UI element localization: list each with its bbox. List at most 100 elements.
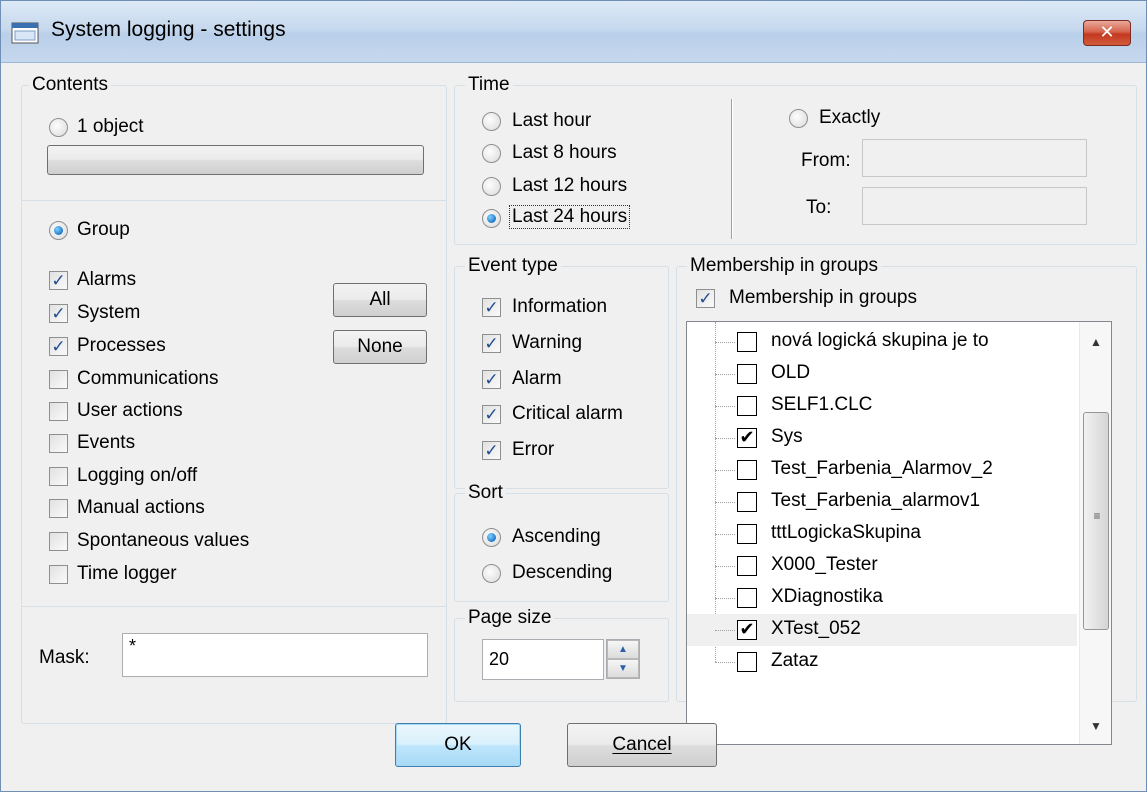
close-button[interactable]: ✕	[1083, 20, 1131, 46]
last-8-hours-radio[interactable]	[482, 144, 501, 163]
tree-item[interactable]: XTest_052	[687, 614, 1077, 646]
tree-item-checkbox[interactable]	[737, 620, 757, 640]
from-label: From:	[801, 150, 851, 171]
tree-item[interactable]: Test_Farbenia_Alarmov_2	[687, 454, 1077, 486]
mask-input[interactable]: *	[122, 633, 428, 677]
tree-scrollbar[interactable]: ▲ ≡ ▼	[1079, 322, 1111, 744]
tree-item[interactable]: nová logická skupina je to	[687, 326, 1077, 358]
spontaneous-values-checkbox[interactable]	[49, 532, 68, 551]
tree-item-label: SELF1.CLC	[771, 394, 873, 415]
ascending-radio[interactable]	[482, 528, 501, 547]
tree-item[interactable]: XDiagnostika	[687, 582, 1077, 614]
time-divider	[731, 99, 733, 239]
last-12-hours-label: Last 12 hours	[512, 175, 628, 196]
membership-groupbox-label: Membership in groups	[687, 255, 881, 277]
group-radio[interactable]	[49, 221, 68, 240]
spin-down-arrow-icon[interactable]: ▼	[607, 659, 639, 678]
logging-on-off-label: Logging on/off	[77, 465, 198, 486]
tree-item[interactable]: tttLogickaSkupina	[687, 518, 1077, 550]
tree-branch	[715, 566, 735, 567]
tree-branch	[715, 342, 735, 343]
tree-branch	[715, 438, 735, 439]
window-app-icon	[11, 22, 39, 44]
none-button[interactable]: None	[333, 330, 427, 364]
time-logger-checkbox[interactable]	[49, 565, 68, 584]
tree-item[interactable]: SELF1.CLC	[687, 390, 1077, 422]
membership-tree[interactable]: nová logická skupina je to OLD SELF1.CLC…	[686, 321, 1112, 745]
to-field[interactable]	[862, 187, 1087, 225]
sort-groupbox-label: Sort	[465, 482, 506, 504]
tree-item-label: Sys	[771, 426, 803, 447]
tree-item-label: nová logická skupina je to	[771, 330, 989, 351]
tree-item[interactable]: Test_Farbenia_alarmov1	[687, 486, 1077, 518]
manual-actions-label: Manual actions	[77, 497, 205, 518]
tree-item-checkbox[interactable]	[737, 492, 757, 512]
object-select-button[interactable]	[47, 145, 424, 175]
scroll-down-arrow-icon[interactable]: ▼	[1080, 710, 1111, 742]
mask-separator	[21, 606, 447, 607]
tree-branch	[715, 470, 735, 471]
event-type-groupbox-label: Event type	[465, 255, 561, 277]
mask-label: Mask:	[39, 647, 90, 668]
last-24-hours-radio[interactable]	[482, 209, 501, 228]
tree-item[interactable]: X000_Tester	[687, 550, 1077, 582]
tree-item-checkbox[interactable]	[737, 428, 757, 448]
error-label: Error	[512, 439, 555, 460]
scroll-up-arrow-icon[interactable]: ▲	[1080, 326, 1111, 358]
last-12-hours-radio[interactable]	[482, 177, 501, 196]
error-checkbox[interactable]	[482, 441, 501, 460]
user-actions-checkbox[interactable]	[49, 402, 68, 421]
window-title: System logging - settings	[51, 18, 286, 41]
processes-label: Processes	[77, 335, 166, 356]
all-button[interactable]: All	[333, 283, 427, 317]
tree-item-checkbox[interactable]	[737, 364, 757, 384]
page-size-spinner[interactable]: ▲ ▼	[606, 639, 640, 679]
tree-item[interactable]: Zataz	[687, 646, 1077, 678]
scrollbar-thumb[interactable]: ≡	[1083, 412, 1109, 630]
descending-radio[interactable]	[482, 564, 501, 583]
alarm-checkbox[interactable]	[482, 370, 501, 389]
group-label: Group	[77, 219, 130, 240]
one-object-label: 1 object	[77, 116, 144, 137]
page-size-input[interactable]: 20	[482, 639, 604, 680]
descending-label: Descending	[512, 562, 613, 583]
communications-checkbox[interactable]	[49, 370, 68, 389]
tree-item[interactable]: Sys	[687, 422, 1077, 454]
tree-item-checkbox[interactable]	[737, 396, 757, 416]
tree-item-checkbox[interactable]	[737, 556, 757, 576]
tree-branch	[715, 406, 735, 407]
tree-branch	[715, 534, 735, 535]
tree-item-checkbox[interactable]	[737, 652, 757, 672]
ok-button[interactable]: OK	[395, 723, 521, 767]
logging-on-off-checkbox[interactable]	[49, 467, 68, 486]
critical-alarm-checkbox[interactable]	[482, 405, 501, 424]
tree-item-checkbox[interactable]	[737, 332, 757, 352]
manual-actions-checkbox[interactable]	[49, 499, 68, 518]
one-object-radio[interactable]	[49, 118, 68, 137]
last-hour-radio[interactable]	[482, 112, 501, 131]
from-field[interactable]	[862, 139, 1087, 177]
tree-item-checkbox[interactable]	[737, 588, 757, 608]
warning-checkbox[interactable]	[482, 334, 501, 353]
tree-item-label: Test_Farbenia_alarmov1	[771, 490, 981, 511]
dialog-client: Contents 1 object Group Alarms System Pr…	[9, 64, 1138, 784]
processes-checkbox[interactable]	[49, 337, 68, 356]
exactly-label: Exactly	[819, 107, 881, 128]
tree-branch	[715, 630, 735, 631]
tree-item[interactable]: OLD	[687, 358, 1077, 390]
events-checkbox[interactable]	[49, 434, 68, 453]
membership-checkbox[interactable]	[696, 289, 715, 308]
exactly-radio[interactable]	[789, 109, 808, 128]
tree-item-checkbox[interactable]	[737, 524, 757, 544]
spin-up-arrow-icon[interactable]: ▲	[607, 640, 639, 659]
system-checkbox[interactable]	[49, 304, 68, 323]
contents-separator	[21, 200, 447, 201]
time-groupbox-label: Time	[465, 74, 513, 96]
cancel-button[interactable]: Cancel	[567, 723, 717, 767]
information-checkbox[interactable]	[482, 298, 501, 317]
tree-item-checkbox[interactable]	[737, 460, 757, 480]
tree-item-label: OLD	[771, 362, 811, 383]
alarms-checkbox[interactable]	[49, 271, 68, 290]
title-bar[interactable]: System logging - settings ✕	[1, 1, 1146, 63]
last-8-hours-label: Last 8 hours	[512, 142, 617, 163]
